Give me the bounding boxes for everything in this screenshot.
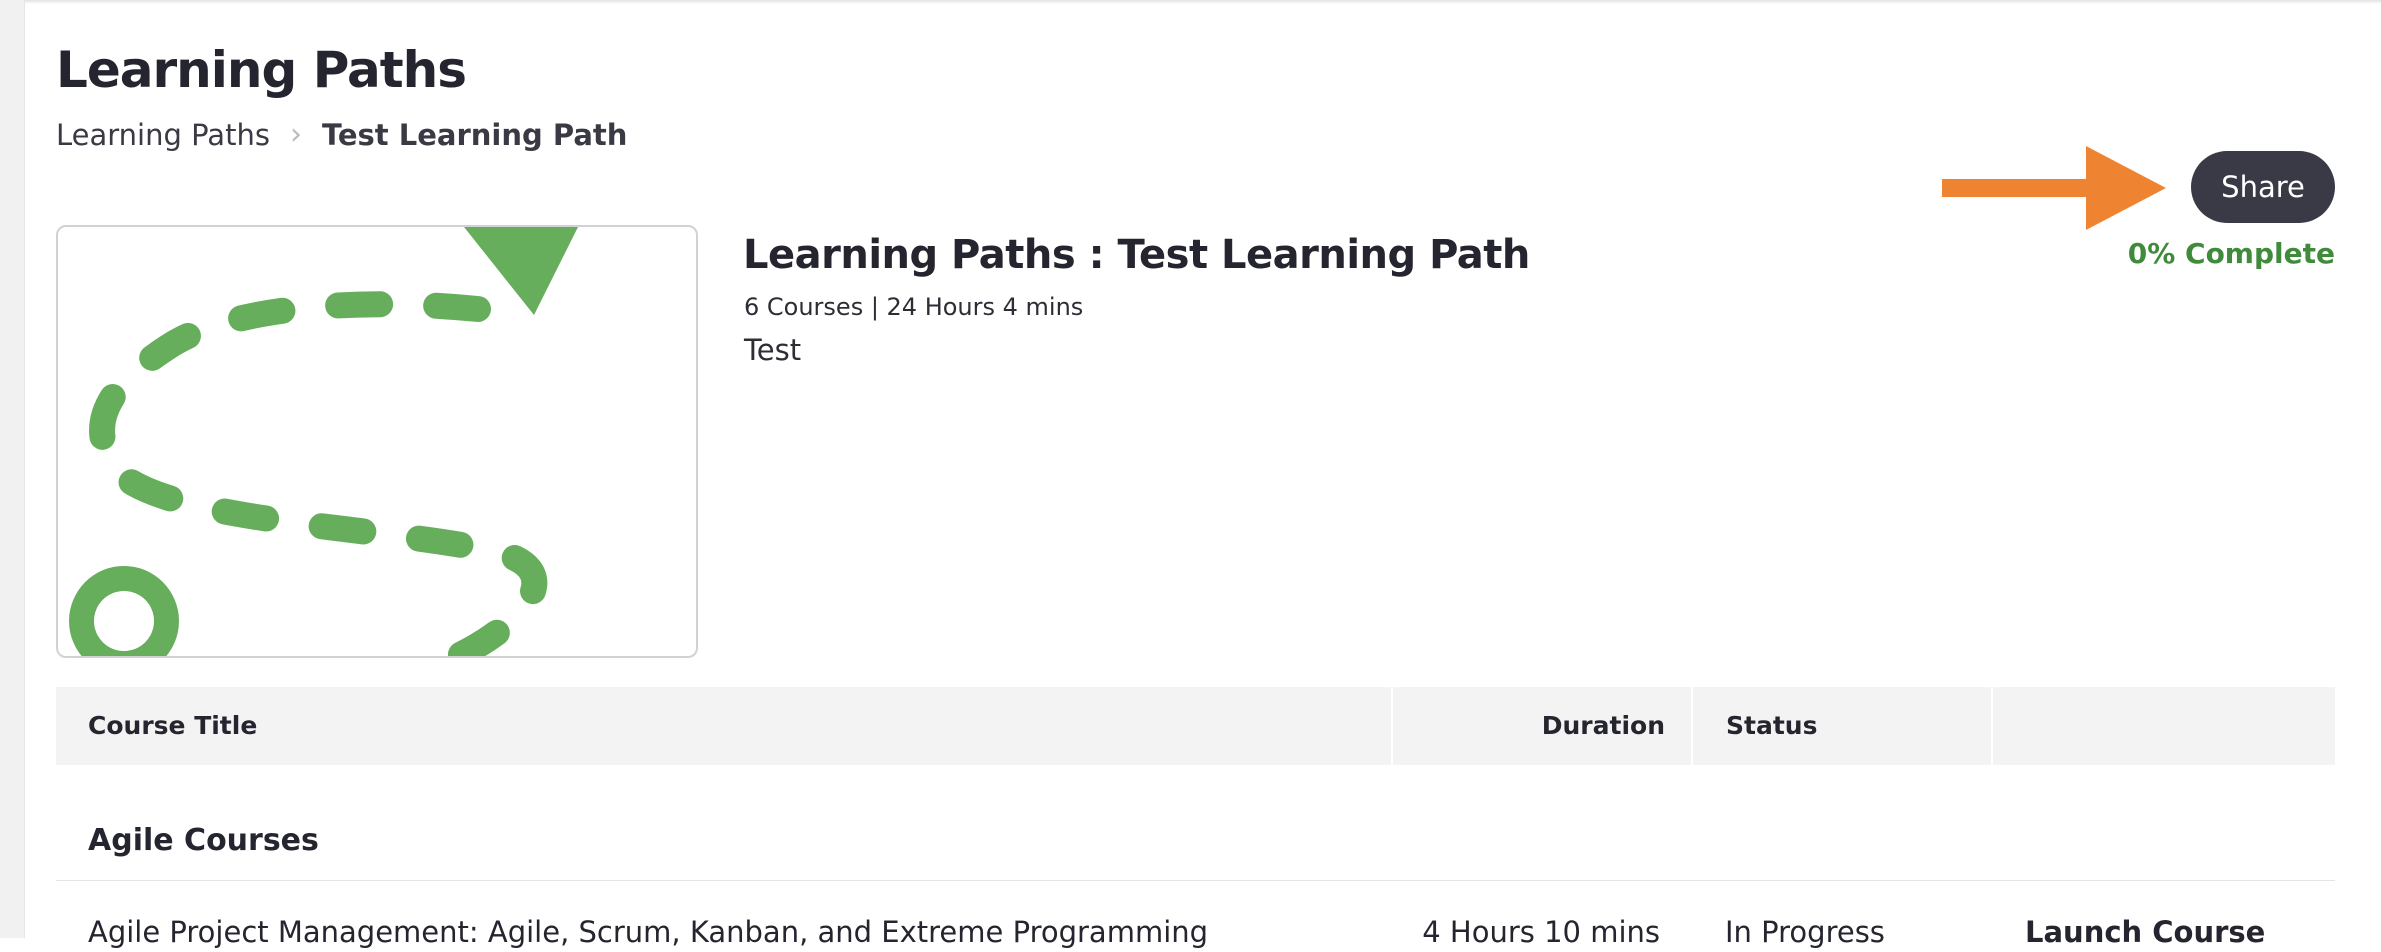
page-title: Learning Paths	[56, 41, 467, 99]
chevron-right-icon: ›	[289, 117, 302, 152]
share-button[interactable]: Share	[2191, 151, 2335, 223]
left-rail	[0, 0, 25, 938]
arrow-right-icon	[1942, 146, 2166, 230]
breadcrumb-current: Test Learning Path	[321, 118, 628, 152]
learning-path-title: Learning Paths : Test Learning Path	[743, 232, 1530, 278]
breadcrumb-link-learning-paths[interactable]: Learning Paths	[56, 116, 270, 154]
top-shadow	[0, 0, 2381, 4]
column-divider	[1691, 687, 1693, 765]
launch-course-link[interactable]: Launch Course	[2025, 912, 2265, 952]
learning-path-description: Test	[744, 333, 802, 367]
column-header-status: Status	[1726, 711, 1818, 740]
row-divider	[56, 880, 2335, 881]
column-header-duration: Duration	[1541, 711, 1665, 740]
column-divider	[1991, 687, 1993, 765]
course-title: Agile Project Management: Agile, Scrum, …	[88, 915, 1209, 949]
learning-path-thumbnail	[56, 225, 698, 658]
courses-table-header: Course Title Duration Status	[56, 687, 2335, 765]
learning-path-meta: 6 Courses | 24 Hours 4 mins	[744, 293, 1084, 321]
course-duration: 4 Hours 10 mins	[1422, 915, 1660, 949]
column-divider	[1391, 687, 1393, 765]
section-heading: Agile Courses	[88, 823, 319, 858]
dashed-path-icon	[69, 227, 578, 656]
column-header-course-title: Course Title	[88, 711, 258, 740]
completion-status: 0% Complete	[2127, 237, 2335, 270]
course-status: In Progress	[1725, 915, 1885, 949]
breadcrumb: Learning Paths › Test Learning Path	[56, 116, 627, 154]
